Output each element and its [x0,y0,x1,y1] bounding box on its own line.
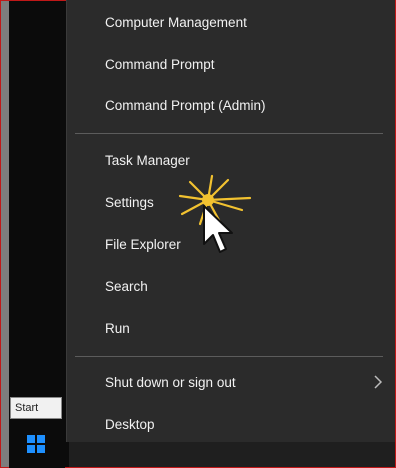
menu-item-label: Command Prompt [105,56,215,72]
menu-item-desktop[interactable]: Desktop [67,404,395,444]
windows-logo-icon [27,435,45,453]
menu-item-label: Settings [105,194,154,210]
menu-item-label: Run [105,320,130,336]
start-button[interactable] [9,424,65,468]
menu-item-search[interactable]: Search [67,266,395,306]
menu-item-label: Shut down or sign out [105,374,236,390]
menu-item-label: File Explorer [105,236,181,252]
desktop-edge [1,1,9,467]
menu-item-shut-down-or-sign-out[interactable]: Shut down or sign out [67,362,395,402]
menu-separator [75,133,383,134]
chevron-right-icon [374,375,383,389]
mouse-pointer-icon [203,205,233,253]
menu-item-label: Command Prompt (Admin) [105,97,266,113]
menu-item-label: Task Manager [105,152,190,168]
menu-item-label: Computer Management [105,14,247,30]
menu-separator [75,356,383,357]
menu-item-command-prompt[interactable]: Command Prompt [67,44,395,84]
start-tooltip-label: Start [15,402,39,414]
menu-item-computer-management[interactable]: Computer Management [67,2,395,42]
start-tooltip: Start [10,397,62,419]
menu-item-label: Search [105,278,148,294]
menu-item-label: Desktop [105,416,155,432]
menu-item-command-prompt-admin[interactable]: Command Prompt (Admin) [67,85,395,125]
menu-item-run[interactable]: Run [67,308,395,348]
